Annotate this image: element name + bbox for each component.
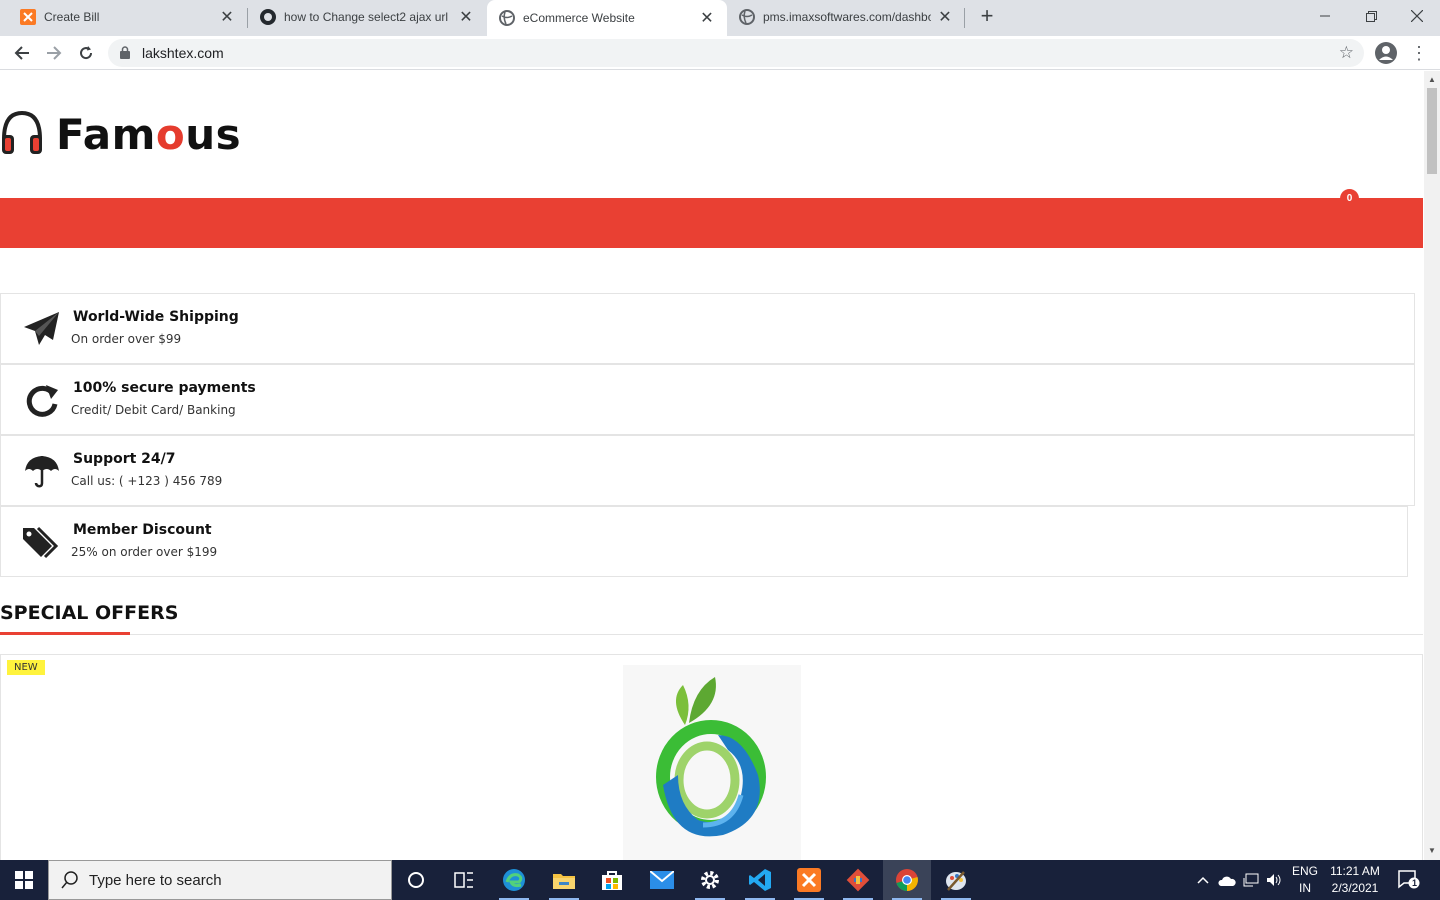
feature-subtitle: On order over $99 xyxy=(71,332,182,346)
new-tab-button[interactable]: + xyxy=(975,5,999,29)
start-button[interactable] xyxy=(0,860,48,900)
windows-taskbar: Type here to search ENG IN 11:21 AM 2/3/… xyxy=(0,860,1440,900)
close-icon[interactable]: ✕ xyxy=(699,10,715,27)
volume-icon[interactable] xyxy=(1263,860,1285,900)
network-icon[interactable] xyxy=(1240,860,1262,900)
scroll-down-icon[interactable]: ▼ xyxy=(1428,846,1436,855)
umbrella-icon xyxy=(21,450,63,492)
tab-strip: Create Bill ✕ how to Change select2 ajax… xyxy=(0,0,1440,36)
cortana-icon[interactable] xyxy=(392,860,440,900)
minimize-button[interactable] xyxy=(1302,0,1348,32)
logo-text: Famous xyxy=(56,110,242,159)
notifications-icon[interactable]: 1 xyxy=(1394,860,1424,900)
edge-icon[interactable] xyxy=(490,860,538,900)
tab-ecommerce[interactable]: eCommerce Website ✕ xyxy=(487,0,727,36)
xampp-taskbar-icon[interactable] xyxy=(785,860,833,900)
feature-subtitle: 25% on order over $199 xyxy=(71,545,218,559)
store-icon[interactable] xyxy=(588,860,636,900)
headphones-icon xyxy=(0,109,44,160)
site-logo[interactable]: Famous xyxy=(0,109,241,160)
arrow-left-icon xyxy=(14,46,29,60)
feature-subtitle: Credit/ Debit Card/ Banking xyxy=(71,403,236,417)
language-indicator[interactable]: ENG IN xyxy=(1288,863,1322,897)
tab-github[interactable]: how to Change select2 ajax url D ✕ xyxy=(248,0,486,34)
feature-payments: 100% secure payments Credit/ Debit Card/… xyxy=(0,364,1415,435)
search-icon xyxy=(61,871,79,894)
url-text: lakshtex.com xyxy=(142,45,224,61)
close-icon[interactable]: ✕ xyxy=(937,9,953,26)
tab-create-bill[interactable]: Create Bill ✕ xyxy=(0,0,247,34)
page-scrollbar[interactable]: ▲ ▼ xyxy=(1424,71,1440,860)
mail-icon[interactable] xyxy=(638,860,686,900)
browser-toolbar: lakshtex.com ☆ xyxy=(0,36,1440,70)
product-card[interactable]: NEW xyxy=(0,654,1423,860)
tab-title: eCommerce Website xyxy=(523,11,635,25)
scroll-up-icon[interactable]: ▲ xyxy=(1428,75,1436,84)
feature-title: World-Wide Shipping xyxy=(73,309,239,325)
github-icon xyxy=(260,9,276,25)
new-badge: NEW xyxy=(7,660,45,675)
git-icon[interactable] xyxy=(834,860,882,900)
reload-button[interactable] xyxy=(72,39,100,67)
feature-title: Member Discount xyxy=(73,522,212,538)
cart-count-badge[interactable]: 0 xyxy=(1340,189,1359,208)
close-window-button[interactable] xyxy=(1394,0,1440,32)
arrow-right-icon xyxy=(47,46,62,60)
vscode-icon[interactable] xyxy=(736,860,784,900)
globe-icon xyxy=(739,9,755,25)
notification-count: 1 xyxy=(1412,878,1418,888)
tab-title: Create Bill xyxy=(44,10,100,24)
tags-icon xyxy=(21,521,63,563)
section-divider xyxy=(0,634,1423,635)
star-icon[interactable]: ☆ xyxy=(1339,43,1354,63)
tab-title: how to Change select2 ajax url D xyxy=(284,10,452,24)
tab-pms[interactable]: pms.imaxsoftwares.com/dashboa ✕ xyxy=(727,0,965,34)
feature-support: Support 24/7 Call us: ( +123 ) 456 789 xyxy=(0,435,1415,506)
xampp-icon xyxy=(20,9,36,25)
clock-time: 11:21 AM xyxy=(1330,864,1380,878)
windows-icon xyxy=(15,871,33,889)
feature-subtitle: Call us: ( +123 ) 456 789 xyxy=(71,474,223,488)
reload-icon xyxy=(80,46,93,60)
search-placeholder: Type here to search xyxy=(89,872,222,889)
file-explorer-icon[interactable] xyxy=(540,860,588,900)
main-nav-bar xyxy=(0,198,1423,248)
taskbar-clock[interactable]: 11:21 AM 2/3/2021 xyxy=(1320,863,1390,897)
profile-icon[interactable] xyxy=(1374,41,1398,65)
section-title: SPECIAL OFFERS xyxy=(0,602,179,624)
close-icon[interactable]: ✕ xyxy=(458,9,474,26)
tab-separator xyxy=(964,8,965,28)
refresh-icon xyxy=(21,379,63,421)
page-viewport: Famous 0 World-Wide Shipping On order ov… xyxy=(0,71,1424,860)
scrollbar-thumb[interactable] xyxy=(1427,88,1437,174)
feature-title: 100% secure payments xyxy=(73,380,256,396)
feature-shipping: World-Wide Shipping On order over $99 xyxy=(0,293,1415,364)
tab-title: pms.imaxsoftwares.com/dashboa xyxy=(763,10,931,24)
feature-title: Support 24/7 xyxy=(73,451,176,467)
task-view-icon[interactable] xyxy=(440,860,488,900)
clock-date: 2/3/2021 xyxy=(1331,881,1379,895)
feature-discount: Member Discount 25% on order over $199 xyxy=(0,506,1408,577)
paint-icon[interactable] xyxy=(932,860,980,900)
address-bar[interactable]: lakshtex.com ☆ xyxy=(108,39,1364,67)
product-image[interactable] xyxy=(623,665,801,860)
forward-button[interactable] xyxy=(40,39,68,67)
chrome-icon[interactable] xyxy=(883,860,931,900)
back-button[interactable] xyxy=(8,39,36,67)
onedrive-icon[interactable] xyxy=(1215,860,1239,900)
globe-icon xyxy=(499,10,515,26)
taskbar-search[interactable]: Type here to search xyxy=(48,860,392,900)
paper-plane-icon xyxy=(21,308,63,350)
restore-button[interactable] xyxy=(1348,0,1394,32)
show-hidden-icons-icon[interactable] xyxy=(1192,860,1214,900)
menu-icon[interactable]: ⋮ xyxy=(1410,42,1428,64)
lock-icon xyxy=(120,46,130,64)
section-underline xyxy=(0,632,130,635)
close-icon[interactable]: ✕ xyxy=(219,9,235,26)
settings-icon[interactable] xyxy=(686,860,734,900)
